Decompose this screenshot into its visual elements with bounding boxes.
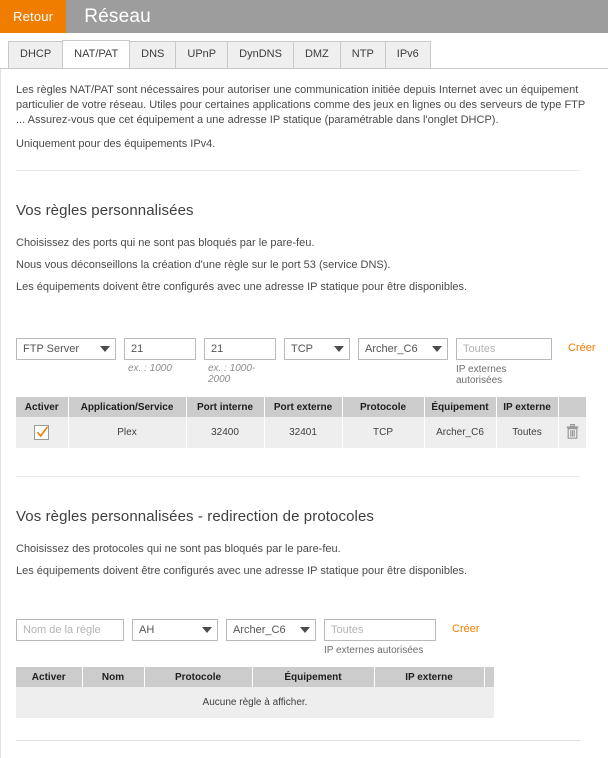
enable-rule-checkbox[interactable]	[34, 425, 49, 440]
col-equipement: Équipement	[424, 397, 496, 417]
col-actions	[484, 667, 494, 687]
port-rule-form: FTP Server ex. : 1000 ex. : 1000-2000 TC…	[16, 338, 592, 386]
protocol-equipement-field: Archer_C6	[226, 619, 316, 641]
port-rules-line-3: Les équipements doivent être configurés …	[16, 280, 592, 294]
port-rules-table: Activer Application/Service Port interne…	[16, 397, 586, 448]
rule-name-input[interactable]	[16, 619, 124, 641]
port-externe-input[interactable]	[204, 338, 276, 360]
tab-dyndns[interactable]: DynDNS	[227, 41, 294, 68]
cell-port-interne: 32400	[186, 417, 264, 448]
protocol-rule-form: AH Archer_C6 IP externes autorisées Crée…	[16, 619, 592, 656]
table-empty-row: Aucune règle à afficher.	[16, 687, 494, 718]
port-interne-input[interactable]	[124, 338, 196, 360]
empty-state-message: Aucune règle à afficher.	[16, 687, 494, 718]
protocole-select[interactable]: TCP	[284, 338, 350, 360]
back-button[interactable]: Retour	[0, 0, 66, 33]
tab-strip: DHCP NAT/PAT DNS UPnP DynDNS DMZ NTP IPv…	[0, 41, 608, 69]
create-protocol-rule-link[interactable]: Créer	[452, 623, 480, 635]
check-icon	[36, 426, 49, 439]
port-externe-hint: ex. : 1000-2000	[208, 363, 276, 385]
tab-ntp[interactable]: NTP	[340, 41, 386, 68]
col-port-interne: Port interne	[186, 397, 264, 417]
col-activer: Activer	[16, 397, 68, 417]
section-title-port-rules: Vos règles personnalisées	[16, 202, 592, 219]
col-equipement: Équipement	[252, 667, 374, 687]
protocole-field: TCP	[284, 338, 350, 360]
tab-dns[interactable]: DNS	[129, 41, 176, 68]
cell-equipement: Archer_C6	[424, 417, 496, 448]
port-rules-line-2: Nous vous déconseillons la création d'un…	[16, 258, 592, 272]
create-port-rule-link[interactable]: Créer	[568, 342, 596, 354]
tab-nat-pat[interactable]: NAT/PAT	[62, 40, 130, 68]
col-nom: Nom	[82, 667, 144, 687]
col-activer: Activer	[16, 667, 82, 687]
tab-upnp[interactable]: UPnP	[175, 41, 228, 68]
tab-strip-container: DHCP NAT/PAT DNS UPnP DynDNS DMZ NTP IPv…	[0, 33, 608, 69]
protocol-ip-externe-field: IP externes autorisées	[324, 619, 436, 656]
protocol-rules-line-2: Les équipements doivent être configurés …	[16, 564, 592, 578]
protocol-type-select[interactable]: AH	[132, 619, 218, 641]
section-title-protocol-rules: Vos règles personnalisées - redirection …	[16, 508, 592, 525]
main-content: Les règles NAT/PAT sont nécessaires pour…	[0, 69, 608, 758]
protocol-rules-table: Activer Nom Protocole Équipement IP exte…	[16, 667, 494, 718]
port-interne-field: ex. : 1000	[124, 338, 196, 374]
col-protocole: Protocole	[144, 667, 252, 687]
cell-activer	[16, 417, 68, 448]
protocol-ip-externe-input[interactable]	[324, 619, 436, 641]
application-field: FTP Server	[16, 338, 116, 360]
cell-ip-externe: Toutes	[496, 417, 558, 448]
cell-application: Plex	[68, 417, 186, 448]
col-port-externe: Port externe	[264, 397, 342, 417]
col-ip-externe: IP externe	[496, 397, 558, 417]
port-interne-hint: ex. : 1000	[128, 363, 196, 374]
table-header-row: Activer Nom Protocole Équipement IP exte…	[16, 667, 494, 687]
protocol-equipement-select[interactable]: Archer_C6	[226, 619, 316, 641]
cell-protocole: TCP	[342, 417, 424, 448]
ip-externe-hint: IP externes autorisées	[456, 364, 552, 386]
rule-name-field	[16, 619, 124, 641]
tab-dhcp[interactable]: DHCP	[8, 41, 63, 68]
ip-externe-field: IP externes autorisées	[456, 338, 552, 386]
protocol-ip-externe-hint: IP externes autorisées	[324, 645, 436, 656]
col-actions	[558, 397, 586, 417]
col-application: Application/Service	[68, 397, 186, 417]
tab-dmz[interactable]: DMZ	[293, 41, 341, 68]
col-protocole: Protocole	[342, 397, 424, 417]
ip-externe-input[interactable]	[456, 338, 552, 360]
cell-delete	[558, 417, 586, 448]
protocol-type-field: AH	[132, 619, 218, 641]
intro-paragraph-1: Les règles NAT/PAT sont nécessaires pour…	[16, 83, 592, 128]
trash-icon[interactable]	[566, 424, 579, 439]
divider-3	[16, 740, 580, 741]
tab-ipv6[interactable]: IPv6	[385, 41, 431, 68]
page-title: Réseau	[66, 0, 151, 33]
port-externe-field: ex. : 1000-2000	[204, 338, 276, 385]
port-rules-line-1: Choisissez des ports qui ne sont pas blo…	[16, 236, 592, 250]
col-ip-externe: IP externe	[374, 667, 484, 687]
equipement-field: Archer_C6	[358, 338, 448, 360]
cell-port-externe: 32401	[264, 417, 342, 448]
intro-paragraph-2: Uniquement pour des équipements IPv4.	[16, 137, 592, 152]
table-header-row: Activer Application/Service Port interne…	[16, 397, 586, 417]
table-row: Plex 32400 32401 TCP Archer_C6 Toutes	[16, 417, 586, 448]
application-select[interactable]: FTP Server	[16, 338, 116, 360]
protocol-rules-line-1: Choisissez des protocoles qui ne sont pa…	[16, 542, 592, 556]
top-header-bar: Retour Réseau	[0, 0, 608, 33]
divider-2	[16, 476, 580, 477]
divider-1	[16, 170, 580, 171]
equipement-select[interactable]: Archer_C6	[358, 338, 448, 360]
